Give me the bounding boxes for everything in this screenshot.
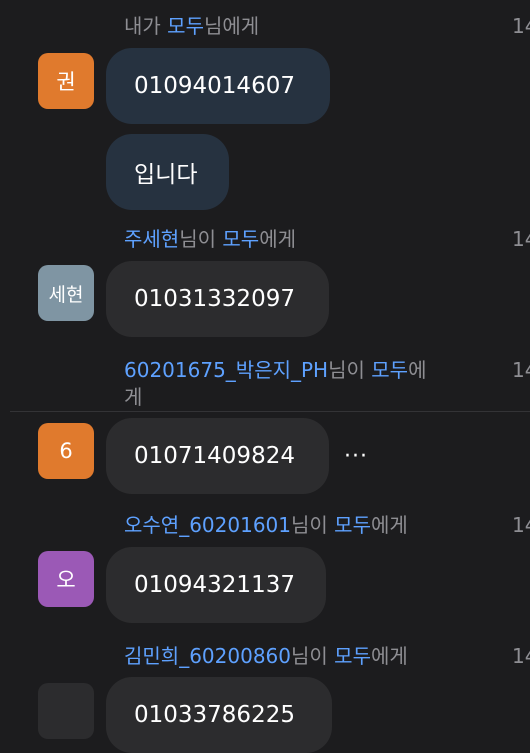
- sender-suffix: 에: [408, 358, 427, 382]
- sender-line-wrap: 게: [124, 385, 143, 409]
- sender-line: 오수연_60201601님이 모두에게: [124, 512, 408, 538]
- sender-connector: 님이: [291, 513, 335, 537]
- chat-message-list[interactable]: 내가 모두님에게 14 권 01094014607 입니다 주세현님이 모두에게…: [0, 0, 530, 753]
- sender-connector: 님이: [291, 644, 335, 668]
- sender-line: 60201675_박은지_PH님이 모두에: [124, 357, 427, 383]
- sender-prefix: 내가: [124, 14, 168, 38]
- recipient-name[interactable]: 모두: [334, 513, 371, 537]
- sender-name[interactable]: 김민희_60200860: [124, 644, 291, 668]
- sender-name[interactable]: 60201675_박은지_PH: [124, 358, 328, 382]
- sender-suffix: 에게: [370, 513, 408, 537]
- sender-connector: 님이: [328, 358, 372, 382]
- sender-line: 주세현님이 모두에게: [124, 226, 296, 252]
- recipient-name[interactable]: 모두: [371, 358, 408, 382]
- sender-connector: 님이: [179, 227, 223, 251]
- sender-line: 김민희_60200860님이 모두에게: [124, 643, 408, 669]
- avatar[interactable]: [38, 683, 94, 739]
- message-bubble[interactable]: 01094321137: [106, 547, 326, 623]
- sender-line: 내가 모두님에게: [124, 13, 259, 39]
- message-bubble[interactable]: 01033786225: [106, 677, 332, 753]
- recipient-name[interactable]: 모두: [334, 644, 371, 668]
- message-bubble[interactable]: 입니다: [106, 134, 229, 210]
- sender-suffix: 님에게: [203, 14, 260, 38]
- sender-name[interactable]: 주세현: [124, 227, 179, 251]
- sender-name[interactable]: 오수연_60201601: [124, 513, 291, 537]
- avatar[interactable]: 오: [38, 551, 94, 607]
- avatar[interactable]: 세현: [38, 265, 94, 321]
- message-timestamp: 14: [512, 644, 530, 668]
- message-bubble[interactable]: 01031332097: [106, 261, 329, 337]
- avatar[interactable]: 권: [38, 53, 94, 109]
- avatar[interactable]: 6: [38, 423, 94, 479]
- divider: [10, 411, 530, 412]
- recipient-name[interactable]: 모두: [222, 227, 259, 251]
- message-timestamp: 14: [512, 14, 530, 38]
- message-bubble[interactable]: 01071409824: [106, 418, 329, 494]
- more-options-icon[interactable]: ···: [344, 444, 368, 469]
- sender-suffix: 에게: [370, 644, 408, 668]
- sender-suffix: 에게: [259, 227, 296, 251]
- recipient-name[interactable]: 모두: [167, 14, 204, 38]
- message-timestamp: 14: [512, 358, 530, 382]
- message-timestamp: 14: [512, 227, 530, 251]
- message-bubble[interactable]: 01094014607: [106, 48, 330, 124]
- message-timestamp: 14: [512, 513, 530, 537]
